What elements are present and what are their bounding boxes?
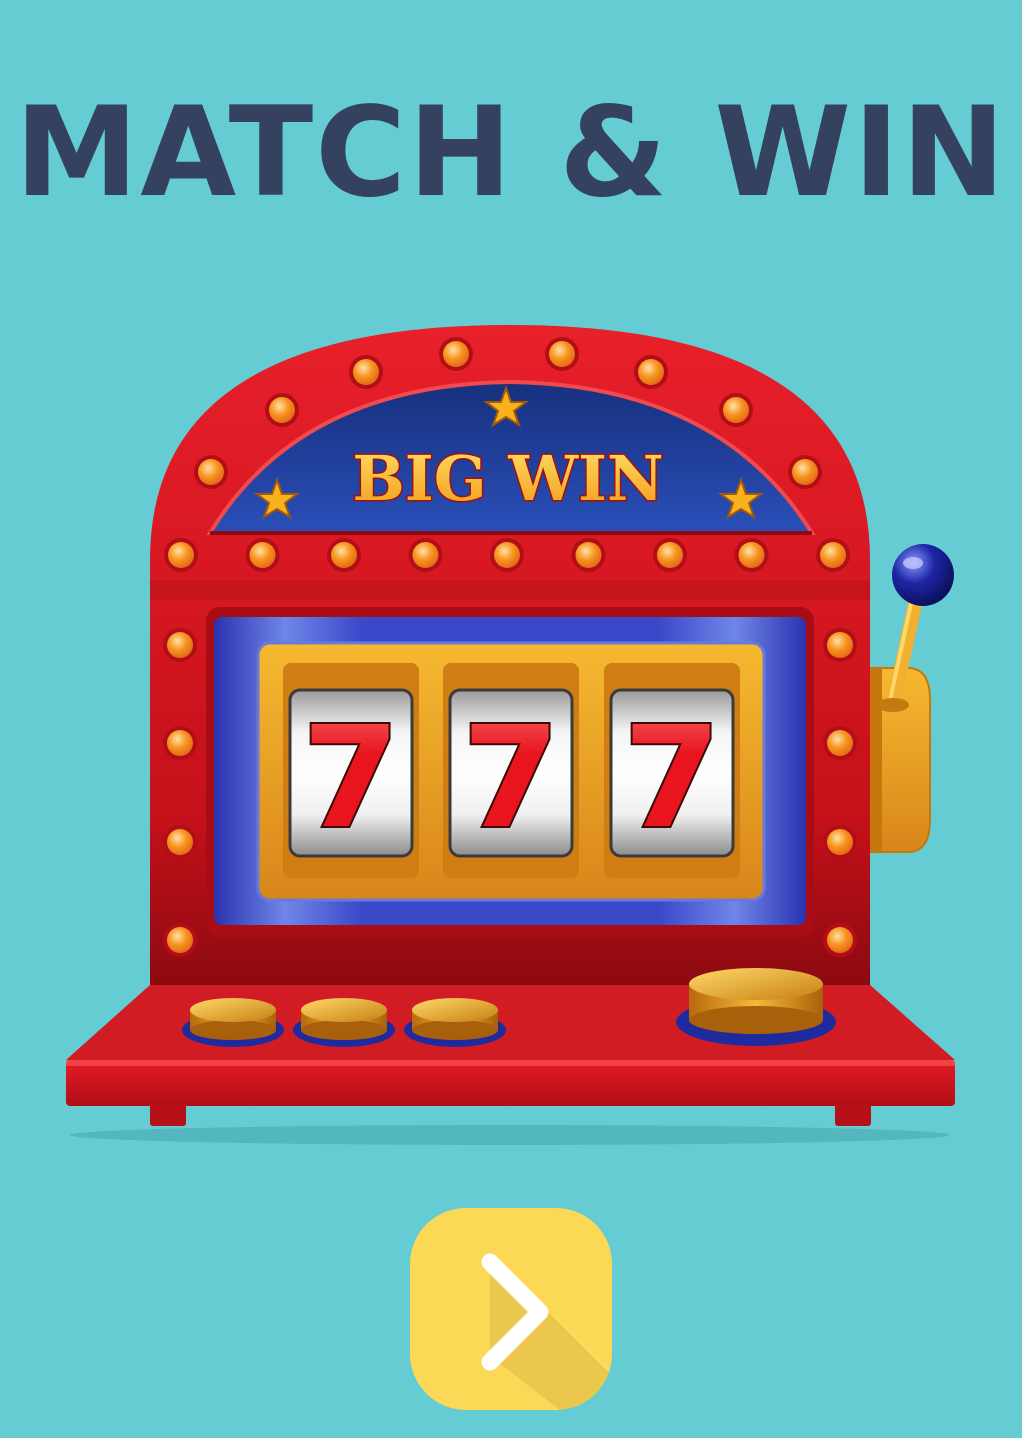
light-bulb (353, 359, 379, 385)
light-bulb (827, 632, 853, 658)
light-bulb (827, 927, 853, 953)
light-bulb (331, 542, 357, 568)
light-bulb (827, 730, 853, 756)
light-bulb (249, 542, 276, 568)
light-bulb (269, 397, 295, 423)
reel-symbol: 7 (462, 697, 559, 860)
bet-button-2[interactable] (293, 998, 395, 1047)
light-bulb (494, 542, 520, 568)
light-bulb (443, 341, 469, 367)
light-bulb (738, 542, 765, 568)
light-bulb (168, 542, 194, 568)
light-bulb (638, 359, 664, 385)
light-bulb (827, 829, 853, 855)
reel-3: 7 (604, 663, 740, 878)
big-win-text: BIG WIN (352, 442, 663, 515)
light-bulb (723, 397, 749, 423)
light-bulb (167, 632, 193, 658)
reel-symbol: 7 (623, 697, 720, 860)
light-bulb (198, 459, 224, 485)
light-bulb (167, 829, 193, 855)
light-bulb (167, 927, 193, 953)
bet-button-1[interactable] (182, 998, 284, 1047)
next-button[interactable] (410, 1208, 612, 1410)
light-bulb (820, 542, 846, 568)
light-bulb (657, 542, 683, 568)
light-bulb (549, 341, 575, 367)
slot-machine: BIG WIN 7 7 7 (66, 325, 955, 1145)
light-bulb (412, 542, 439, 568)
reel-2: 7 (443, 663, 579, 878)
light-bulb (575, 542, 602, 568)
spin-button[interactable] (676, 968, 836, 1046)
chevron-right-icon (481, 1253, 612, 1410)
light-bulb (792, 459, 818, 485)
reel-1: 7 (283, 663, 419, 878)
reel-symbol: 7 (302, 697, 399, 860)
bet-button-3[interactable] (404, 998, 506, 1047)
light-bulb (167, 730, 193, 756)
